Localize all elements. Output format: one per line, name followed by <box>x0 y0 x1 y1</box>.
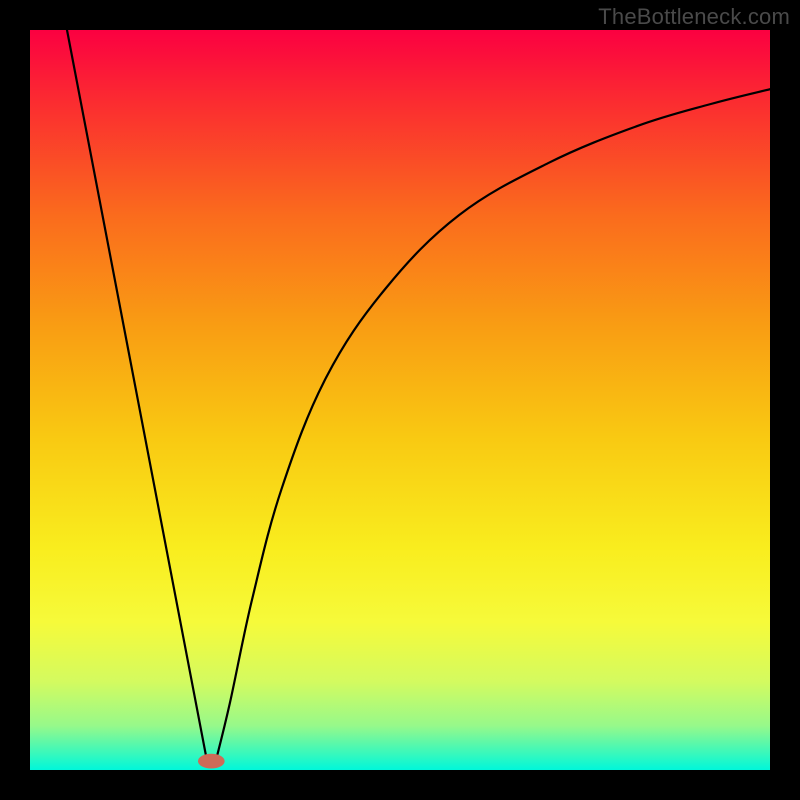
marker-group <box>198 754 225 769</box>
minimum-marker <box>198 754 225 769</box>
gradient-background <box>30 30 770 770</box>
watermark-text: TheBottleneck.com <box>598 4 790 30</box>
plot-area <box>30 30 770 770</box>
plot-svg <box>30 30 770 770</box>
chart-frame: TheBottleneck.com <box>0 0 800 800</box>
